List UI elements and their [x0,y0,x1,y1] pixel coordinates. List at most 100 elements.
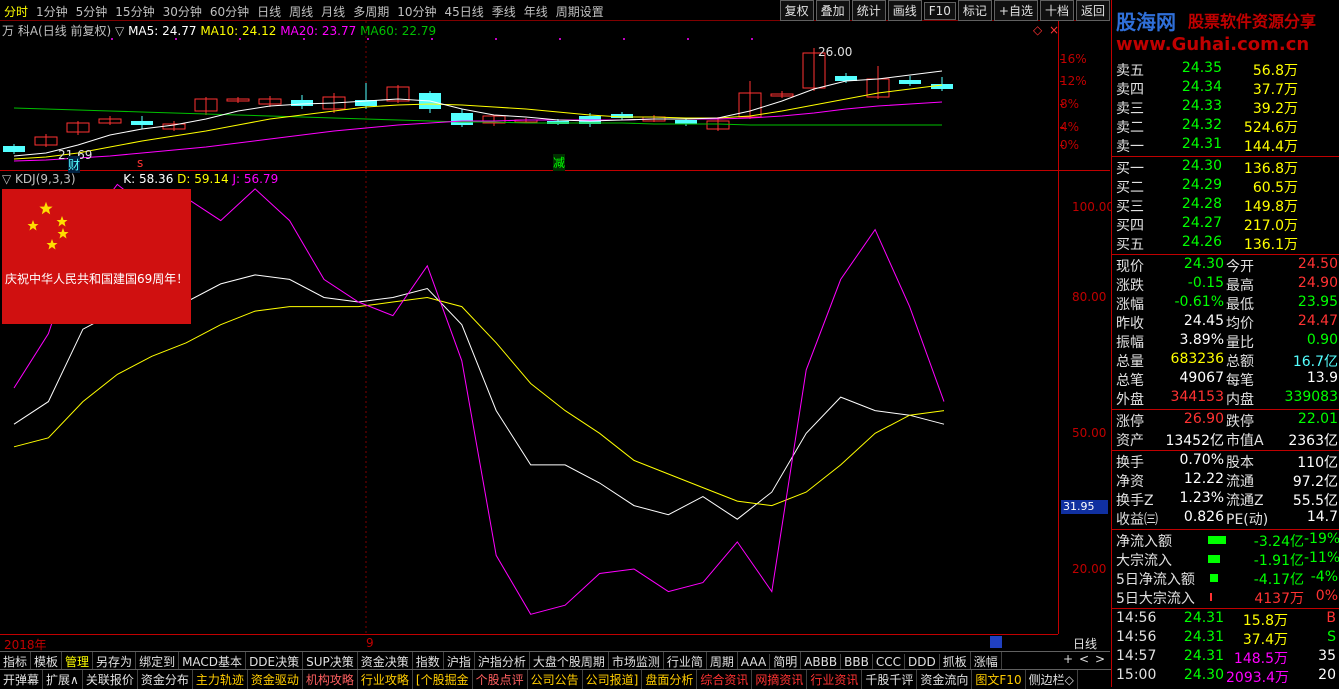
period-8[interactable]: 月线 [317,0,349,20]
info-tab-5[interactable]: 资金驱动 [248,670,303,689]
indicator-tab-16[interactable]: AAA [738,654,771,670]
top-button-1[interactable]: 叠加 [815,0,850,21]
info-tab-14[interactable]: 网摘资讯 [752,670,808,689]
bid-label: 买四 [1116,218,1144,234]
dot-marker [687,38,689,40]
tick-side: 35 [1318,648,1336,664]
stat-row: 现价 24.30 今开 24.50 [1116,256,1339,275]
info-tab-7[interactable]: 行业攻略 [358,670,413,689]
stat-value: 0.70% [1179,452,1224,468]
period-1[interactable]: 1分钟 [32,0,72,20]
info-tab-8[interactable]: [个股掘金 [413,670,473,689]
stat-value: 0.90 [1306,332,1338,348]
bid-row: 买二 24.29 60.5万 [1116,177,1339,196]
separator [1112,450,1339,451]
marker-jian[interactable]: 减 [553,154,566,171]
pct-tick-mark [1060,81,1064,82]
stat-label: 收益㈢ [1116,512,1158,528]
bid-price: 24.27 [1181,215,1222,231]
info-tab-0[interactable]: 开弹幕 [0,670,44,689]
stat-label: 换手Z [1116,493,1154,509]
info-tab-2[interactable]: 关联报价 [83,670,138,689]
kdj-axis: 100.00 80.00 50.00 20.00 [1060,171,1114,634]
period-label[interactable]: 日线 [1060,635,1110,651]
stat-label: 现价 [1116,259,1144,275]
period-3[interactable]: 15分钟 [111,0,158,20]
stat-label: 净资 [1116,474,1144,490]
bid-row: 买一 24.30 136.8万 [1116,158,1339,177]
national-day-banner[interactable]: 庆祝中华人民共和国建国69周年！ [2,189,191,324]
info-tab-10[interactable]: 公司公告 [528,670,583,689]
info-tab-13[interactable]: 综合资讯 [697,670,753,689]
five-stars-icon [27,201,69,250]
logo-url: www.Guhai.com.cn [1116,34,1310,55]
top-button-2[interactable]: 统计 [851,0,886,21]
top-button-0[interactable]: 复权 [779,0,814,21]
period-11[interactable]: 45日线 [440,0,487,20]
indicator-tab-21[interactable]: DDD [905,654,940,670]
dot-marker [559,38,561,40]
percent-axis: 16% 12% 8% 4% 0% [1060,21,1110,171]
stat-value: -0.61% [1174,294,1224,310]
tab-nav-1[interactable]: < [1076,652,1092,666]
period-14[interactable]: 周期设置 [552,0,608,20]
period-4[interactable]: 30分钟 [159,0,206,20]
indicator-tabs-nav: + < > [1060,652,1110,668]
period-9[interactable]: 多周期 [349,0,393,20]
info-tab-17[interactable]: 资金流向 [917,670,973,689]
indicator-tab-19[interactable]: BBB [841,654,873,670]
top-button-3[interactable]: 画线 [887,0,922,21]
info-tab-4[interactable]: 主力轨迹 [193,670,248,689]
tick-time: 14:56 [1116,629,1157,645]
ask-label: 卖四 [1116,82,1144,98]
period-12[interactable]: 季线 [488,0,520,20]
pct-tick: 12% [1060,74,1087,88]
bid-label: 买一 [1116,161,1144,177]
stat-row: 振幅 3.89% 量比 0.90 [1116,332,1339,351]
info-tab-1[interactable]: 扩展∧ [43,670,83,689]
separator [1112,409,1339,410]
period-10[interactable]: 10分钟 [393,0,440,20]
scroll-thumb[interactable] [990,636,1002,648]
stat-label: 最低 [1226,297,1254,313]
flow-percent: -4% [1310,569,1338,585]
indicator-tab-18[interactable]: ABBB [801,654,842,670]
ask-volume: 524.6万 [1243,120,1298,136]
period-13[interactable]: 年线 [520,0,552,20]
period-5[interactable]: 60分钟 [206,0,253,20]
dot-marker [367,38,369,40]
stat-value: 49067 [1179,370,1224,386]
period-2[interactable]: 5分钟 [72,0,112,20]
top-button-8[interactable]: 返回 [1075,0,1110,21]
tab-nav-0[interactable]: + [1060,652,1076,666]
tab-nav-2[interactable]: > [1092,652,1108,666]
stat-label: 振幅 [1116,335,1144,351]
period-6[interactable]: 日线 [253,0,285,20]
stat-value: 24.30 [1183,256,1224,272]
info-tab-3[interactable]: 资金分布 [138,670,193,689]
stat-label: 量比 [1226,335,1254,351]
info-tab-12[interactable]: 盘面分析 [642,670,698,689]
info-tab-6[interactable]: 机构攻略 [303,670,358,689]
info-tab-11[interactable]: 公司报道] [583,670,643,689]
top-button-7[interactable]: 十档 [1039,0,1074,21]
bid-volume: 60.5万 [1252,180,1298,196]
stat-label: 今开 [1226,259,1254,275]
top-button-4[interactable]: F10 [923,2,956,20]
indicator-tab-20[interactable]: CCC [873,654,905,670]
stat-label: 最高 [1226,278,1254,294]
candle-body [131,121,153,125]
info-tab-19[interactable]: 侧边栏◇ [1026,670,1078,689]
ask-price: 24.33 [1181,98,1222,114]
info-tab-15[interactable]: 行业资讯 [807,670,863,689]
ask-volume: 39.2万 [1252,101,1298,117]
top-button-6[interactable]: +自选 [993,0,1038,21]
marker-s[interactable]: s [137,156,143,170]
period-7[interactable]: 周线 [285,0,317,20]
info-tab-18[interactable]: 图文F10 [972,670,1026,689]
info-tab-16[interactable]: 千股千评 [862,670,918,689]
top-button-5[interactable]: 标记 [957,0,992,21]
flow-label: 5日大宗流入 [1116,591,1195,607]
period-0[interactable]: 分时 [0,0,32,20]
info-tab-9[interactable]: 个股点评 [473,670,528,689]
